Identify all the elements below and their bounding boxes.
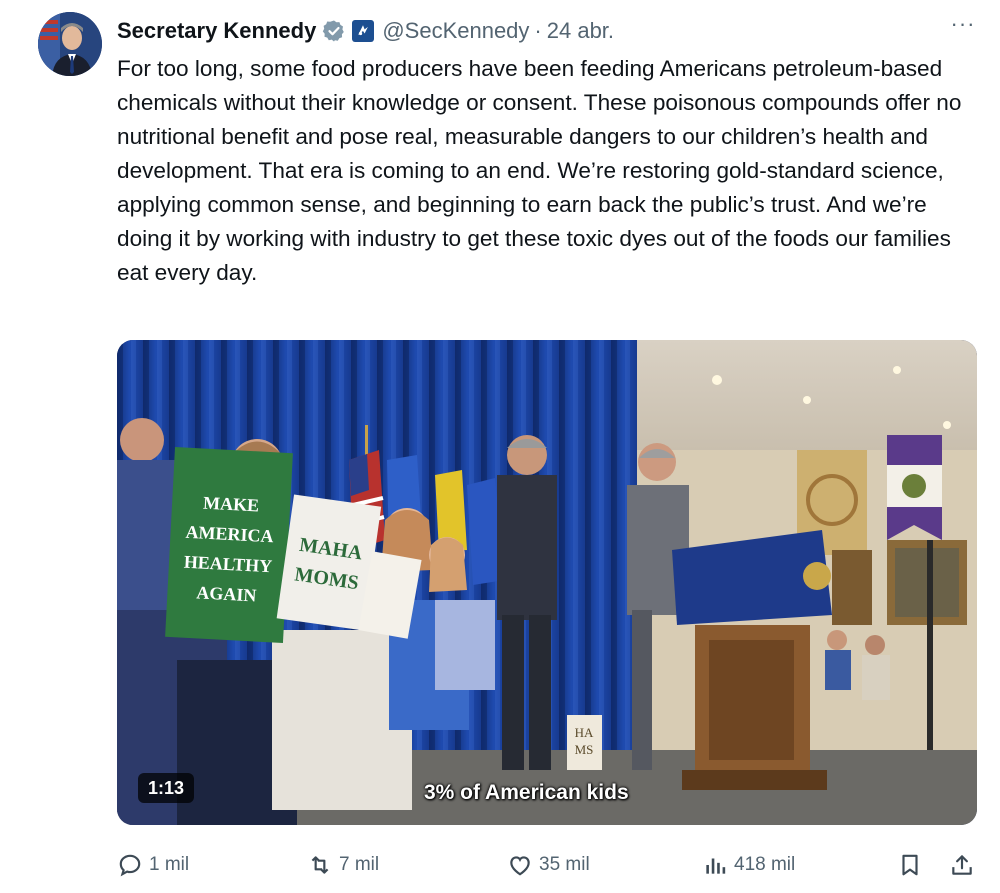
tweet-date[interactable]: 24 abr. (547, 18, 614, 44)
video-thumbnail: MAKE AMERICA HEALTHY AGAIN MAHA MOMS HA … (117, 340, 977, 825)
avatar[interactable] (38, 12, 102, 76)
retweet-count: 7 mil (339, 854, 380, 875)
like-count: 35 mil (539, 854, 590, 875)
views-button[interactable]: 418 mil (702, 845, 795, 885)
more-options-icon[interactable]: ··· (948, 13, 978, 44)
tweet-text: For too long, some food producers have b… (117, 56, 962, 285)
sign-small-line-1: HA (575, 725, 594, 740)
tweet-actions: 1 mil 7 mil 35 mil 418 mil (117, 845, 985, 885)
reply-button[interactable]: 1 mil (117, 845, 189, 885)
video-duration-badge: 1:13 (138, 773, 195, 803)
author-name[interactable]: Secretary Kennedy (117, 18, 316, 44)
tweet-header: Secretary Kennedy @SecKennedy · 24 abr. (117, 14, 980, 48)
like-button[interactable]: 35 mil (507, 845, 590, 885)
retweet-button[interactable]: 7 mil (307, 845, 379, 885)
sign-small-line-2: MS (575, 742, 594, 757)
share-button[interactable] (949, 845, 981, 885)
analytics-icon (706, 858, 726, 874)
sign-green-line-1: MAKE (203, 493, 260, 516)
retweet-icon (311, 856, 329, 874)
video-caption: 3% of American kids (424, 781, 629, 804)
header-separator: · (534, 18, 542, 43)
reply-icon (119, 854, 141, 877)
heart-icon (510, 856, 530, 876)
government-affiliation-icon[interactable] (352, 20, 375, 42)
reply-count: 1 mil (149, 854, 190, 875)
video-player[interactable]: MAKE AMERICA HEALTHY AGAIN MAHA MOMS HA … (117, 340, 977, 825)
author-handle[interactable]: @SecKennedy (382, 18, 529, 44)
share-icon (952, 855, 972, 875)
bookmark-button[interactable] (897, 845, 929, 885)
views-count: 418 mil (734, 854, 796, 875)
bookmark-icon (902, 854, 918, 876)
sign-green-line-4: AGAIN (196, 582, 257, 605)
avatar-image (38, 12, 102, 76)
verified-badge-icon[interactable] (322, 19, 346, 43)
